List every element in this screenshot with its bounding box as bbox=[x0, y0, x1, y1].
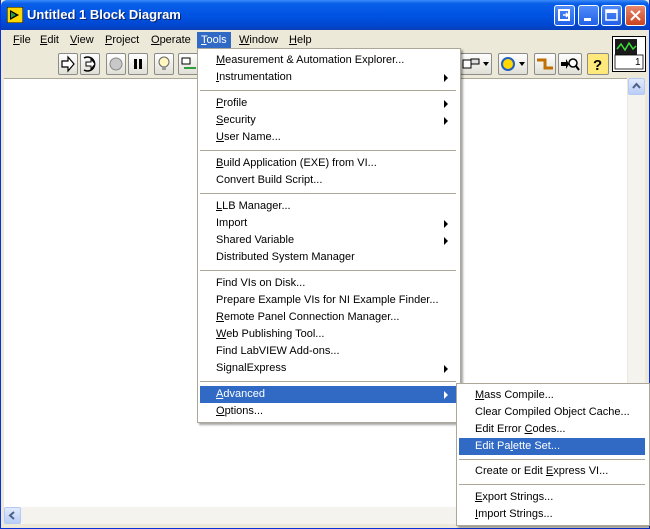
run-continuously-icon bbox=[83, 56, 96, 72]
pause-button[interactable] bbox=[128, 53, 148, 75]
menu-item-build-application[interactable]: Build Application (EXE) from VI... bbox=[200, 155, 456, 172]
context-help-button[interactable]: ? bbox=[587, 53, 609, 75]
menu-item-advanced[interactable]: Advanced bbox=[200, 386, 456, 403]
minimize-button[interactable] bbox=[578, 5, 599, 26]
clean-up-icon bbox=[501, 57, 525, 71]
menu-edit[interactable]: Edit bbox=[36, 32, 63, 48]
submenu-arrow-icon bbox=[444, 100, 448, 108]
lightbulb-icon bbox=[158, 56, 170, 70]
title-bar[interactable]: Untitled 1 Block Diagram bbox=[1, 0, 649, 30]
menu-item-web-publishing-tool[interactable]: Web Publishing Tool... bbox=[200, 326, 456, 343]
menu-item-edit-palette-set[interactable]: Edit Palette Set... bbox=[459, 438, 645, 455]
submenu-arrow-icon bbox=[444, 220, 448, 228]
submenu-arrow-icon bbox=[444, 391, 448, 399]
search-button[interactable] bbox=[558, 53, 582, 75]
submenu-arrow-icon bbox=[444, 365, 448, 373]
menu-item-convert-build-script[interactable]: Convert Build Script... bbox=[200, 172, 456, 189]
menu-item-measurement-automation-explorer[interactable]: Measurement & Automation Explorer... bbox=[200, 52, 456, 69]
menu-separator bbox=[200, 90, 456, 92]
vi-icon-number: 1 bbox=[635, 57, 641, 68]
menu-item-signalexpress[interactable]: SignalExpress bbox=[200, 360, 456, 377]
close-icon bbox=[630, 10, 641, 21]
close-button[interactable] bbox=[625, 5, 646, 26]
menu-item-create-or-edit-express-vi[interactable]: Create or Edit Express VI... bbox=[459, 463, 645, 480]
menu-operate[interactable]: Operate bbox=[147, 32, 195, 48]
menu-item-user-name[interactable]: User Name... bbox=[200, 129, 456, 146]
menu-separator bbox=[459, 484, 645, 486]
menu-item-shared-variable[interactable]: Shared Variable bbox=[200, 232, 456, 249]
scroll-left-arrow-icon bbox=[8, 511, 15, 520]
search-icon bbox=[561, 58, 580, 71]
run-button[interactable] bbox=[58, 53, 78, 75]
abort-stop-icon bbox=[109, 57, 123, 71]
reorder-icon bbox=[462, 58, 489, 69]
menu-separator bbox=[200, 381, 456, 383]
menu-item-instrumentation[interactable]: Instrumentation bbox=[200, 69, 456, 86]
menu-item-find-vis-on-disk[interactable]: Find VIs on Disk... bbox=[200, 275, 456, 292]
advanced-submenu: Mass Compile... Clear Compiled Object Ca… bbox=[456, 383, 650, 526]
scroll-up-button[interactable] bbox=[628, 78, 645, 95]
menu-item-security[interactable]: Security bbox=[200, 112, 456, 129]
menu-file[interactable]: File bbox=[9, 32, 35, 48]
retain-wire-values-icon bbox=[181, 57, 196, 69]
block-diagram-cleanup-button[interactable] bbox=[534, 53, 556, 75]
maximize-button[interactable] bbox=[601, 5, 622, 26]
abort-button[interactable] bbox=[106, 53, 126, 75]
menu-item-options[interactable]: Options... bbox=[200, 403, 456, 420]
highlight-execution-button[interactable] bbox=[154, 53, 174, 75]
menu-item-edit-error-codes[interactable]: Edit Error Codes... bbox=[459, 421, 645, 438]
run-continuously-button[interactable] bbox=[80, 53, 100, 75]
menu-window[interactable]: Window bbox=[235, 32, 282, 48]
menu-separator bbox=[200, 150, 456, 152]
menu-separator bbox=[459, 459, 645, 461]
submenu-arrow-icon bbox=[444, 117, 448, 125]
svg-text:?: ? bbox=[593, 57, 602, 74]
menu-item-profile[interactable]: Profile bbox=[200, 95, 456, 112]
menu-item-import[interactable]: Import bbox=[200, 215, 456, 232]
submenu-arrow-icon bbox=[444, 237, 448, 245]
scroll-left-button[interactable] bbox=[4, 507, 21, 524]
menu-item-find-labview-add-ons[interactable]: Find LabVIEW Add-ons... bbox=[200, 343, 456, 360]
window-title: Untitled 1 Block Diagram bbox=[27, 7, 181, 22]
question-mark-icon: ? bbox=[593, 57, 602, 74]
scroll-up-arrow-icon bbox=[632, 82, 641, 89]
run-arrow-icon bbox=[61, 55, 75, 73]
vi-icon[interactable]: 1 bbox=[612, 36, 646, 72]
menu-tools[interactable]: Tools bbox=[197, 32, 231, 48]
menu-item-distributed-system-manager[interactable]: Distributed System Manager bbox=[200, 249, 456, 266]
maximize-icon bbox=[605, 9, 618, 21]
minimize-icon bbox=[584, 18, 591, 21]
pause-icon bbox=[134, 59, 142, 69]
clean-up-diagram-button[interactable] bbox=[498, 53, 528, 75]
menu-item-export-strings[interactable]: Export Strings... bbox=[459, 489, 645, 506]
menu-project[interactable]: Project bbox=[101, 32, 143, 48]
wire-cleanup-icon bbox=[537, 58, 553, 70]
submenu-arrow-icon bbox=[444, 74, 448, 82]
menu-item-remote-panel-connection-manager[interactable]: Remote Panel Connection Manager... bbox=[200, 309, 456, 326]
menu-separator bbox=[200, 193, 456, 195]
menu-item-clear-compiled-object-cache[interactable]: Clear Compiled Object Cache... bbox=[459, 404, 645, 421]
restore-icon bbox=[558, 9, 570, 21]
menu-item-mass-compile[interactable]: Mass Compile... bbox=[459, 387, 645, 404]
labview-app-icon[interactable] bbox=[7, 7, 23, 23]
menu-bar: File Edit View Project Operate Tools Win… bbox=[4, 30, 610, 49]
menu-separator bbox=[200, 270, 456, 272]
reorder-button[interactable] bbox=[460, 53, 492, 75]
menu-item-llb-manager[interactable]: LLB Manager... bbox=[200, 198, 456, 215]
menu-view[interactable]: View bbox=[66, 32, 98, 48]
menu-item-prepare-example-vis[interactable]: Prepare Example VIs for NI Example Finde… bbox=[200, 292, 456, 309]
menu-item-import-strings[interactable]: Import Strings... bbox=[459, 506, 645, 523]
restore-subwindow-button[interactable] bbox=[554, 5, 575, 26]
menu-help[interactable]: Help bbox=[285, 32, 316, 48]
tools-menu: Measurement & Automation Explorer... Ins… bbox=[197, 48, 461, 423]
